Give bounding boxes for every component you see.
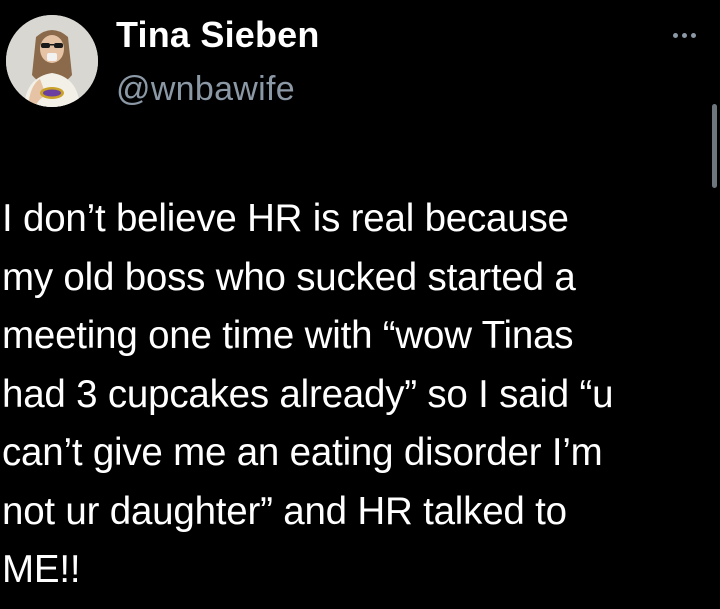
more-options-icon-dot	[681, 32, 687, 38]
more-options-icon-dot	[690, 32, 696, 38]
more-options-button[interactable]	[664, 22, 704, 48]
tweet-card: Tina Sieben @wnbawife I don’t believe HR…	[0, 0, 720, 609]
avatar[interactable]	[6, 15, 98, 107]
tweet-text: I don’t believe HR is real because my ol…	[2, 197, 614, 591]
display-name[interactable]: Tina Sieben	[116, 14, 320, 56]
more-options-icon-dot	[672, 32, 678, 38]
avatar-image	[6, 15, 98, 107]
user-handle[interactable]: @wnbawife	[116, 70, 295, 109]
scrollbar-thumb[interactable]	[712, 104, 717, 188]
